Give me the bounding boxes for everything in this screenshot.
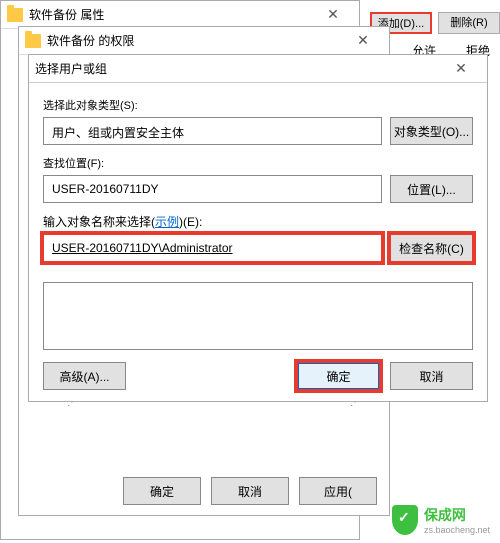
check-names-button[interactable]: 检查名称(C) (390, 234, 473, 262)
object-type-button[interactable]: 对象类型(O)... (390, 117, 473, 145)
advanced-button[interactable]: 高级(A)... (43, 362, 126, 390)
title-2: 软件备份 的权限 (47, 32, 343, 49)
object-type-label: 选择此对象类型(S): (43, 97, 473, 113)
object-names-input[interactable]: USER-20160711DY\Administrator (43, 234, 382, 262)
title-3: 选择用户或组 (35, 60, 441, 77)
remove-button[interactable]: 删除(R) (438, 12, 500, 34)
titlebar-2: 软件备份 的权限 ✕ (19, 27, 389, 55)
location-button[interactable]: 位置(L)... (390, 175, 473, 203)
bottom-button-row: 确定 取消 应用( (123, 477, 377, 505)
results-list[interactable] (43, 282, 473, 350)
title-1: 软件备份 属性 (29, 6, 313, 23)
folder-icon (25, 34, 41, 48)
titlebar-1: 软件备份 属性 ✕ (1, 1, 359, 29)
watermark-url: zs.baocheng.net (424, 525, 490, 535)
close-icon[interactable]: ✕ (343, 32, 383, 49)
cancel-button[interactable]: 取消 (211, 477, 289, 505)
watermark-name: 保成网 (424, 505, 490, 525)
close-icon[interactable]: ✕ (441, 60, 481, 77)
object-type-field: 用户、组或内置安全主体 (43, 117, 382, 145)
cancel-button[interactable]: 取消 (390, 362, 473, 390)
watermark: 保成网 zs.baocheng.net (392, 505, 490, 535)
location-field: USER-20160711DY (43, 175, 382, 203)
shield-icon (392, 505, 418, 535)
ok-button[interactable]: 确定 (297, 362, 380, 390)
object-names-label: 输入对象名称来选择(示例)(E): (43, 213, 473, 230)
folder-icon (7, 8, 23, 22)
apply-button[interactable]: 应用( (299, 477, 377, 505)
example-link[interactable]: 示例 (155, 215, 179, 229)
close-icon[interactable]: ✕ (313, 6, 353, 23)
titlebar-3: 选择用户或组 ✕ (29, 55, 487, 83)
ok-button[interactable]: 确定 (123, 477, 201, 505)
location-label: 查找位置(F): (43, 155, 473, 171)
select-user-dialog: 选择用户或组 ✕ 选择此对象类型(S): 用户、组或内置安全主体 对象类型(O)… (28, 54, 488, 402)
